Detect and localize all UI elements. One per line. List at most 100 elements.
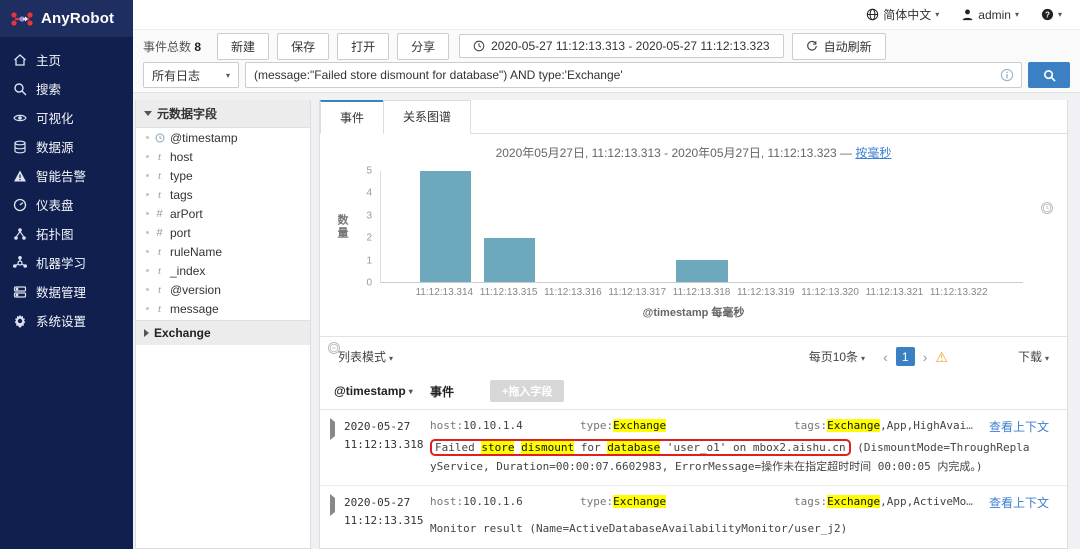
string-field-icon: t: [157, 150, 162, 163]
search-button[interactable]: [1028, 62, 1070, 88]
view-context-link[interactable]: 查看上下文: [989, 494, 1049, 512]
field-item-rulename[interactable]: t ruleName: [136, 242, 310, 261]
expand-row-icon[interactable]: [330, 418, 338, 440]
help-menu[interactable]: ? ▾: [1041, 8, 1062, 21]
sidebar-item-alerts[interactable]: 智能告警: [0, 161, 133, 190]
x-tick-label: 11:12:13.316: [544, 287, 602, 298]
field-item-port[interactable]: # port: [136, 223, 310, 242]
globe-icon: [866, 8, 879, 21]
histogram-plot: [380, 171, 1023, 283]
gauge-icon: [13, 198, 27, 212]
open-button[interactable]: 打开: [337, 32, 390, 60]
chevron-down-icon: ▾: [389, 354, 394, 363]
app-logo[interactable]: AnyRobot: [0, 0, 133, 37]
download-dropdown[interactable]: 下载 ▾: [1018, 348, 1049, 365]
field-item-timestamp[interactable]: @timestamp: [136, 128, 310, 147]
field-item-host[interactable]: t host: [136, 147, 310, 166]
database-icon: [13, 140, 27, 154]
search-icon: [13, 82, 27, 96]
search-input[interactable]: [245, 62, 1022, 88]
string-field-icon: t: [157, 188, 162, 201]
timestamp-column-header[interactable]: @timestamp ▾: [334, 384, 430, 398]
server-icon: [13, 285, 27, 299]
row-timestamp: 2020-05-27 11:12:13.315: [344, 496, 424, 527]
x-axis-ticks: 11:12:13.314 11:12:13.315 11:12:13.316 11:1…: [380, 287, 1023, 300]
row-type: type:Exchange: [580, 419, 667, 432]
sidebar-item-dashboard[interactable]: 仪表盘: [0, 190, 133, 219]
histogram-section: 2020年05月27日, 11:12:13.313 - 2020年05月27日,…: [320, 134, 1067, 354]
chevron-down-icon: ▾: [408, 386, 413, 396]
interval-link[interactable]: 按毫秒: [855, 146, 891, 160]
collapse-chart-icon[interactable]: [328, 342, 340, 354]
list-mode-dropdown[interactable]: 列表模式 ▾: [338, 348, 393, 365]
histogram-bar[interactable]: [676, 259, 728, 282]
chart-title: 2020年05月27日, 11:12:13.313 - 2020年05月27日,…: [495, 146, 892, 160]
view-context-link[interactable]: 查看上下文: [989, 418, 1049, 436]
x-tick-label: 11:12:13.315: [479, 287, 538, 298]
sidebar-item-data-management[interactable]: 数据管理: [0, 277, 133, 306]
log-scope-select[interactable]: 所有日志 ▾: [143, 62, 239, 88]
x-tick-label: 11:12:13.319: [736, 287, 795, 298]
insert-field-drop-target[interactable]: +拖入字段: [490, 380, 565, 402]
content-area: 元数据字段 @timestamp t host t type t tags # arPo…: [133, 93, 1080, 549]
date-field-icon: [154, 133, 165, 143]
bullet: [146, 307, 149, 310]
next-page-button[interactable]: ›: [923, 350, 928, 364]
exchange-group-label: Exchange: [154, 326, 211, 340]
string-field-icon: t: [157, 264, 162, 277]
sidebar-item-home[interactable]: 主页: [0, 45, 133, 74]
time-range-picker[interactable]: 2020-05-27 11:12:13.313 - 2020-05-27 11:…: [459, 34, 784, 58]
sidebar-item-settings[interactable]: 系统设置: [0, 306, 133, 335]
bullet: [146, 250, 149, 253]
language-menu[interactable]: 简体中文 ▾: [866, 6, 939, 23]
tab-events[interactable]: 事件: [320, 100, 385, 134]
clock-icon: [473, 40, 485, 52]
bullet: [146, 155, 149, 158]
histogram-bar[interactable]: [483, 237, 536, 282]
x-axis-label: @timestamp 每毫秒: [642, 307, 745, 319]
language-label: 简体中文: [883, 8, 932, 22]
field-item-arport[interactable]: # arPort: [136, 204, 310, 223]
chart-time-icon[interactable]: [1041, 202, 1053, 214]
histogram-bar[interactable]: [419, 171, 471, 282]
warning-icon[interactable]: ⚠: [935, 350, 948, 364]
field-item-message[interactable]: t message: [136, 299, 310, 318]
metadata-fields-header[interactable]: 元数据字段: [136, 100, 310, 128]
metadata-fields-label: 元数据字段: [157, 107, 218, 121]
log-scope-label: 所有日志: [152, 68, 201, 83]
field-item-index[interactable]: t _index: [136, 261, 310, 280]
sidebar-item-topology[interactable]: 拓扑图: [0, 219, 133, 248]
sidebar-item-label: 机器学习: [36, 257, 87, 271]
save-button[interactable]: 保存: [277, 32, 330, 60]
sidebar-item-label: 系统设置: [36, 315, 87, 329]
row-type: type:Exchange: [580, 495, 667, 509]
auto-refresh-button[interactable]: 自动刷新: [791, 32, 886, 60]
tab-relation-graph[interactable]: 关系图谱: [383, 100, 472, 134]
sidebar-item-datasource[interactable]: 数据源: [0, 132, 133, 161]
field-item-tags[interactable]: t tags: [136, 185, 310, 204]
field-item-type[interactable]: t type: [136, 166, 310, 185]
sidebar-item-label: 数据源: [36, 141, 74, 155]
list-controls: 列表模式 ▾ 每页10条 ▾ ‹ 1 › ⚠ 下载 ▾: [320, 337, 1067, 374]
user-menu[interactable]: admin ▾: [961, 8, 1019, 22]
sidebar-item-label: 可视化: [36, 112, 74, 126]
field-item-version[interactable]: t @version: [136, 280, 310, 299]
table-row: 2020-05-27 11:12:13.315 host:10.10.1.6 ty…: [320, 486, 1067, 548]
sidebar-item-ml[interactable]: 机器学习: [0, 248, 133, 277]
string-field-icon: t: [157, 302, 162, 315]
new-button[interactable]: 新建: [217, 32, 270, 60]
x-tick-label: 11:12:13.320: [801, 287, 859, 298]
y-axis-ticks: 012345: [366, 165, 372, 289]
chevron-down-icon: ▾: [861, 354, 866, 363]
row-tags: tags:Exchange,App,ActiveMonito…: [794, 495, 975, 509]
expand-row-icon[interactable]: [330, 494, 338, 517]
sidebar-item-visualize[interactable]: 可视化: [0, 103, 133, 132]
machine-learning-icon: [13, 255, 27, 270]
share-button[interactable]: 分享: [397, 32, 450, 60]
info-icon[interactable]: [1000, 68, 1014, 82]
exchange-group-header[interactable]: Exchange: [136, 320, 310, 345]
sidebar-item-search[interactable]: 搜索: [0, 74, 133, 103]
page-size-dropdown[interactable]: 每页10条 ▾: [809, 348, 865, 365]
prev-page-button[interactable]: ‹: [883, 350, 888, 364]
current-page-button[interactable]: 1: [895, 347, 915, 366]
